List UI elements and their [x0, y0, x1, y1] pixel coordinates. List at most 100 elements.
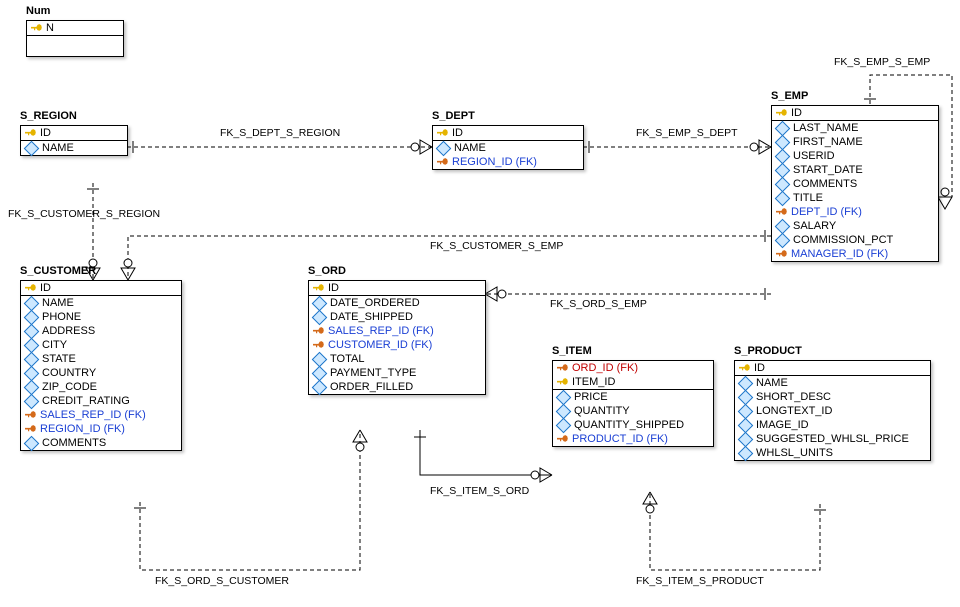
fk-icon	[313, 340, 325, 351]
rel-label-emp-emp: FK_S_EMP_S_EMP	[834, 56, 930, 68]
col-name: COMMENTS	[42, 437, 106, 449]
col-name: ADDRESS	[42, 325, 95, 337]
fk-icon	[776, 207, 788, 218]
col-row: COUNTRY	[21, 366, 181, 380]
column-icon	[24, 365, 40, 381]
col-name: CUSTOMER_ID (FK)	[328, 339, 432, 351]
pk-icon	[437, 128, 449, 139]
fk-icon	[25, 410, 37, 421]
table-title-region: S_REGION	[20, 110, 77, 122]
col-name: ID	[40, 282, 51, 294]
col-name: REGION_ID (FK)	[40, 423, 125, 435]
col-row: SALES_REP_ID (FK)	[309, 324, 485, 338]
col-row: TOTAL	[309, 352, 485, 366]
fk-icon	[313, 326, 325, 337]
col-name: ID	[40, 127, 51, 139]
col-row: PRODUCT_ID (FK)	[553, 432, 713, 446]
col-row: NAME	[21, 296, 181, 310]
col-row: NAME	[735, 376, 930, 390]
column-icon	[738, 445, 754, 461]
pk-row: ID	[309, 281, 485, 295]
col-name: COMMISSION_PCT	[793, 234, 893, 246]
col-name: PHONE	[42, 311, 81, 323]
col-row: DATE_SHIPPED	[309, 310, 485, 324]
col-row: PHONE	[21, 310, 181, 324]
column-icon	[775, 148, 791, 164]
col-name: TITLE	[793, 192, 823, 204]
col-row: QUANTITY_SHIPPED	[553, 418, 713, 432]
col-name: ID	[754, 362, 765, 374]
col-name: SALES_REP_ID (FK)	[40, 409, 146, 421]
col-row: REGION_ID (FK)	[433, 155, 583, 169]
column-icon	[312, 351, 328, 367]
column-icon	[312, 309, 328, 325]
col-name: FIRST_NAME	[793, 136, 863, 148]
col-row: REGION_ID (FK)	[21, 422, 181, 436]
col-name: DATE_SHIPPED	[330, 311, 413, 323]
column-icon	[738, 375, 754, 391]
column-icon	[312, 295, 328, 311]
col-name: ID	[452, 127, 463, 139]
pk-row: N	[27, 21, 123, 35]
col-row: COMMENTS	[21, 436, 181, 450]
table-item[interactable]: ORD_ID (FK)ITEM_IDPRICEQUANTITYQUANTITY_…	[552, 360, 714, 447]
column-icon	[775, 134, 791, 150]
col-row: QUANTITY	[553, 404, 713, 418]
col-row: SALES_REP_ID (FK)	[21, 408, 181, 422]
col-row: TITLE	[772, 191, 938, 205]
column-icon	[556, 403, 572, 419]
col-name: IMAGE_ID	[756, 419, 809, 431]
col-row: USERID	[772, 149, 938, 163]
pk-icon	[557, 363, 569, 374]
column-icon	[738, 403, 754, 419]
column-icon	[775, 232, 791, 248]
col-row: IMAGE_ID	[735, 418, 930, 432]
col-name: QUANTITY_SHIPPED	[574, 419, 684, 431]
fk-icon	[776, 249, 788, 260]
col-row: LONGTEXT_ID	[735, 404, 930, 418]
table-emp[interactable]: IDLAST_NAMEFIRST_NAMEUSERIDSTART_DATECOM…	[771, 105, 939, 262]
pk-icon	[776, 108, 788, 119]
pk-row: ID	[735, 361, 930, 375]
col-name: PRICE	[574, 391, 608, 403]
column-icon	[312, 379, 328, 395]
table-title-num: Num	[26, 5, 50, 17]
col-name: ORD_ID (FK)	[572, 362, 638, 374]
column-icon	[775, 162, 791, 178]
table-customer[interactable]: IDNAMEPHONEADDRESSCITYSTATECOUNTRYZIP_CO…	[20, 280, 182, 451]
col-row: ZIP_CODE	[21, 380, 181, 394]
column-icon	[775, 176, 791, 192]
pk-row: ID	[772, 106, 938, 120]
table-title-emp: S_EMP	[771, 90, 808, 102]
col-name: CREDIT_RATING	[42, 395, 130, 407]
rel-label-item-ord: FK_S_ITEM_S_ORD	[430, 485, 529, 497]
col-row: DATE_ORDERED	[309, 296, 485, 310]
col-row: COMMENTS	[772, 177, 938, 191]
col-name: NAME	[756, 377, 788, 389]
column-icon	[24, 393, 40, 409]
table-product[interactable]: IDNAMESHORT_DESCLONGTEXT_IDIMAGE_IDSUGGE…	[734, 360, 931, 461]
pk-icon	[313, 283, 325, 294]
col-row: ORDER_FILLED	[309, 380, 485, 394]
col-row: NAME	[21, 141, 127, 155]
pk-icon	[557, 377, 569, 388]
table-region[interactable]: ID NAME	[20, 125, 128, 156]
col-row: START_DATE	[772, 163, 938, 177]
col-name: TOTAL	[330, 353, 364, 365]
pk-icon	[25, 283, 37, 294]
col-row: CITY	[21, 338, 181, 352]
col-row: ADDRESS	[21, 324, 181, 338]
rel-label-ord-emp: FK_S_ORD_S_EMP	[550, 298, 647, 310]
col-row: PAYMENT_TYPE	[309, 366, 485, 380]
col-name: REGION_ID (FK)	[452, 156, 537, 168]
table-num[interactable]: N	[26, 20, 124, 57]
col-row: DEPT_ID (FK)	[772, 205, 938, 219]
pk-icon	[31, 23, 43, 34]
column-icon	[312, 365, 328, 381]
col-row: NAME	[433, 141, 583, 155]
table-ord[interactable]: IDDATE_ORDEREDDATE_SHIPPEDSALES_REP_ID (…	[308, 280, 486, 395]
column-icon	[24, 379, 40, 395]
col-name: LAST_NAME	[793, 122, 858, 134]
pk-row: ID	[21, 126, 127, 140]
table-dept[interactable]: ID NAMEREGION_ID (FK)	[432, 125, 584, 170]
